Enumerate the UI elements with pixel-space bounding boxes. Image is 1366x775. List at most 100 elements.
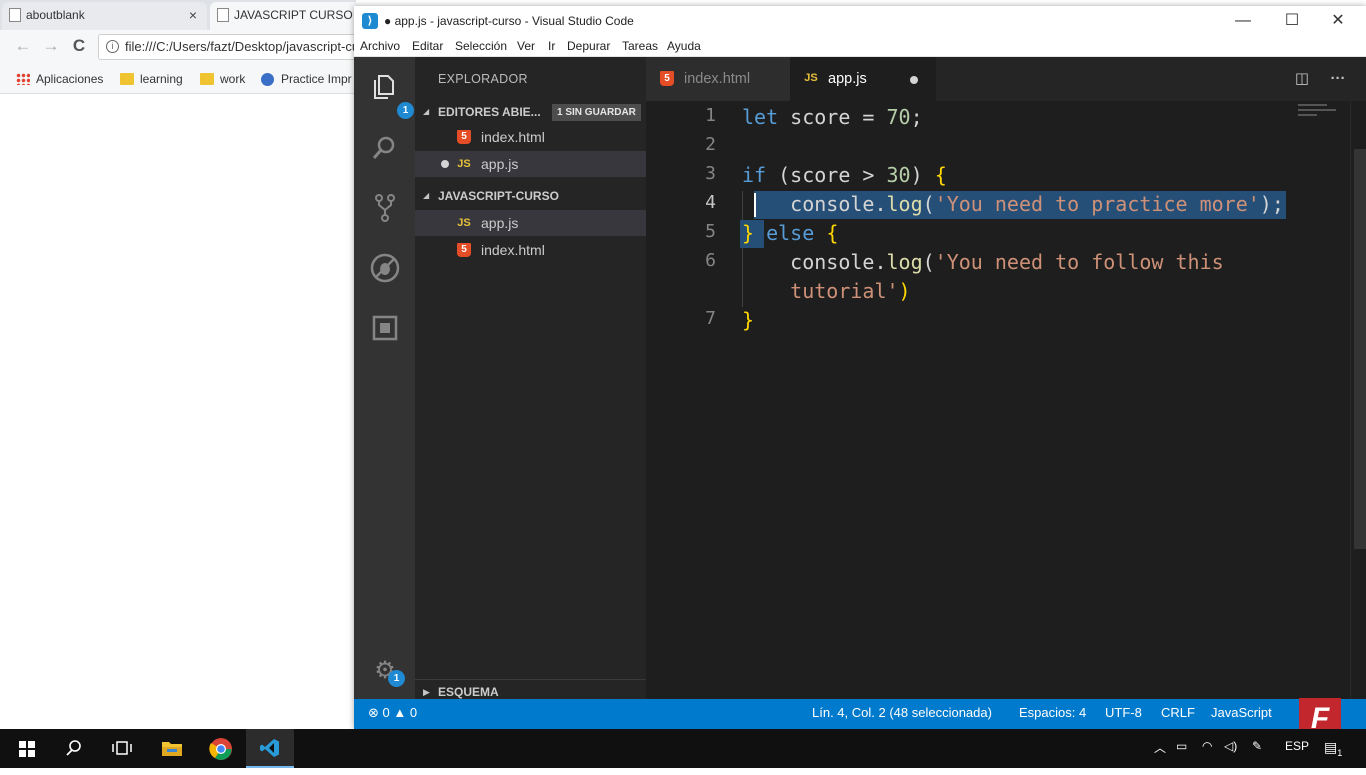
reload-icon[interactable]: C	[69, 36, 89, 56]
bookmarks-bar: Aplicaciones learning work Practice Impr	[0, 64, 356, 94]
maximize-button[interactable]: ☐	[1269, 8, 1315, 36]
open-editor-item-index-html[interactable]: 5 index.html	[415, 124, 646, 150]
close-tab-icon[interactable]: ×	[189, 2, 197, 28]
html5-icon: 5	[660, 71, 674, 86]
text-cursor	[754, 193, 756, 217]
chrome-icon[interactable]	[197, 729, 245, 768]
code-line-6-wrap: tutorial')	[790, 279, 911, 303]
outline-label: ESQUEMA	[438, 685, 499, 699]
line-number: 5	[705, 221, 716, 242]
menu-seleccion[interactable]: Selección	[455, 39, 507, 53]
menu-archivo[interactable]: Archivo	[360, 39, 400, 53]
project-file-app-js[interactable]: JS app.js	[415, 210, 646, 236]
error-icon: ⊗	[368, 705, 379, 720]
code-line-6: console.log('You need to follow this	[790, 250, 1224, 274]
menu-ayuda[interactable]: Ayuda	[667, 39, 701, 53]
back-icon[interactable]: ←	[13, 36, 33, 56]
indentation-setting[interactable]: Espacios: 4	[1019, 699, 1086, 727]
file-name: app.js	[481, 215, 519, 231]
eol-setting[interactable]: CRLF	[1161, 699, 1195, 727]
unsaved-dot-icon	[441, 160, 449, 168]
close-window-button[interactable]: ✕	[1315, 8, 1361, 36]
project-folder-label: JAVASCRIPT-CURSO	[438, 189, 559, 203]
menu-ver[interactable]: Ver	[517, 39, 535, 53]
encoding-setting[interactable]: UTF-8	[1105, 699, 1142, 727]
js-icon: JS	[457, 158, 471, 170]
code-line-3: if (score > 30) {	[742, 163, 947, 187]
bookmark-learning[interactable]: learning	[118, 71, 183, 87]
vscode-taskbar-icon[interactable]	[246, 729, 294, 768]
explorer-files-icon[interactable]: 1	[367, 69, 414, 119]
bookmark-label: learning	[140, 72, 183, 86]
search-icon[interactable]	[50, 729, 98, 768]
unsaved-dot-icon[interactable]	[910, 76, 918, 84]
pen-icon[interactable]: ✎	[1252, 739, 1262, 753]
cursor-position[interactable]: Lín. 4, Col. 2 (48 seleccionada)	[812, 699, 992, 727]
notification-count: 1	[1337, 748, 1343, 758]
bookmark-practice[interactable]: Practice Impr	[259, 71, 352, 87]
split-editor-icon[interactable]: ◫	[1290, 67, 1314, 91]
start-button[interactable]	[2, 729, 50, 768]
input-language[interactable]: ESP	[1285, 739, 1309, 753]
tab-label: index.html	[684, 71, 751, 87]
line-number-current: 4	[705, 192, 716, 213]
tab-label: app.js	[828, 71, 867, 87]
bookmark-work[interactable]: work	[198, 71, 245, 87]
language-mode[interactable]: JavaScript	[1211, 699, 1272, 727]
debug-icon[interactable]	[367, 250, 403, 286]
address-bar[interactable]: i file:///C:/Users/fazt/Desktop/javascri…	[98, 34, 368, 60]
page-icon	[217, 8, 229, 22]
project-folder-header[interactable]: ◢ JAVASCRIPT-CURSO	[415, 184, 646, 208]
code-line-1: let score = 70;	[742, 105, 923, 129]
file-explorer-icon[interactable]	[148, 729, 196, 768]
warning-count: 0	[409, 705, 418, 720]
chevron-down-icon: ◢	[423, 107, 430, 116]
project-file-index-html[interactable]: 5 index.html	[415, 237, 646, 263]
menu-ir[interactable]: Ir	[548, 39, 555, 53]
minimize-button[interactable]: —	[1220, 8, 1266, 36]
vscode-logo-icon: ⟩	[362, 13, 378, 29]
minimap[interactable]	[1298, 101, 1346, 125]
wifi-icon[interactable]: ◠	[1202, 739, 1212, 753]
browser-tab-strip: aboutblank × JAVASCRIPT CURSO	[0, 0, 360, 30]
extensions-icon[interactable]	[367, 310, 403, 346]
settings-badge: 1	[388, 670, 405, 687]
task-view-icon[interactable]	[98, 729, 146, 768]
explorer-badge: 1	[397, 102, 414, 119]
title-bar: ⟩ ● app.js - javascript-curso - Visual S…	[354, 6, 1366, 36]
tab-app-js[interactable]: JS app.js	[790, 57, 936, 101]
bookmark-apps[interactable]: Aplicaciones	[14, 71, 103, 87]
chevron-down-icon: ◢	[423, 191, 430, 200]
js-icon: JS	[804, 72, 818, 84]
problems-indicator[interactable]: ⊗ 0 ▲ 0	[368, 699, 417, 727]
vertical-scrollbar[interactable]	[1350, 101, 1366, 699]
settings-gear-icon[interactable]: ⚙ 1	[367, 653, 405, 689]
source-control-icon[interactable]	[367, 190, 403, 226]
volume-icon[interactable]: ◁)	[1224, 739, 1237, 753]
more-actions-icon[interactable]: ···	[1326, 67, 1350, 91]
apps-grid-icon	[16, 73, 30, 85]
file-name: index.html	[481, 242, 545, 258]
line-number: 3	[705, 163, 716, 184]
open-editor-item-app-js[interactable]: JS app.js	[415, 151, 646, 177]
scrollbar-thumb[interactable]	[1354, 149, 1366, 549]
show-hidden-icons-icon[interactable]: ︿	[1154, 739, 1166, 756]
line-number: 6	[705, 250, 716, 271]
browser-tab-javascript-curso[interactable]: JAVASCRIPT CURSO	[210, 2, 360, 30]
code-editor[interactable]: 1 2 3 4 5 6 7 let score = 70; if (score …	[646, 101, 1366, 699]
search-icon[interactable]	[367, 130, 403, 166]
unsaved-badge: 1 SIN GUARDAR	[552, 104, 641, 121]
menu-tareas[interactable]: Tareas	[622, 39, 658, 53]
window-title: ● app.js - javascript-curso - Visual Stu…	[384, 14, 634, 28]
open-editors-header[interactable]: ◢ EDITORES ABIE... 1 SIN GUARDAR	[415, 100, 646, 124]
open-editors-label: EDITORES ABIE...	[438, 105, 541, 119]
taskbar: ︿ ▭ ◠ ◁) ✎ ESP ▤1	[0, 729, 1366, 768]
tab-index-html[interactable]: 5 index.html	[646, 57, 790, 101]
info-icon[interactable]: i	[106, 40, 119, 53]
menu-depurar[interactable]: Depurar	[567, 39, 610, 53]
forward-icon[interactable]: →	[41, 36, 61, 56]
menu-editar[interactable]: Editar	[412, 39, 443, 53]
action-center-icon[interactable]: ▤1	[1324, 739, 1343, 758]
battery-icon[interactable]: ▭	[1176, 739, 1187, 753]
browser-tab-blank[interactable]: aboutblank ×	[2, 2, 207, 30]
